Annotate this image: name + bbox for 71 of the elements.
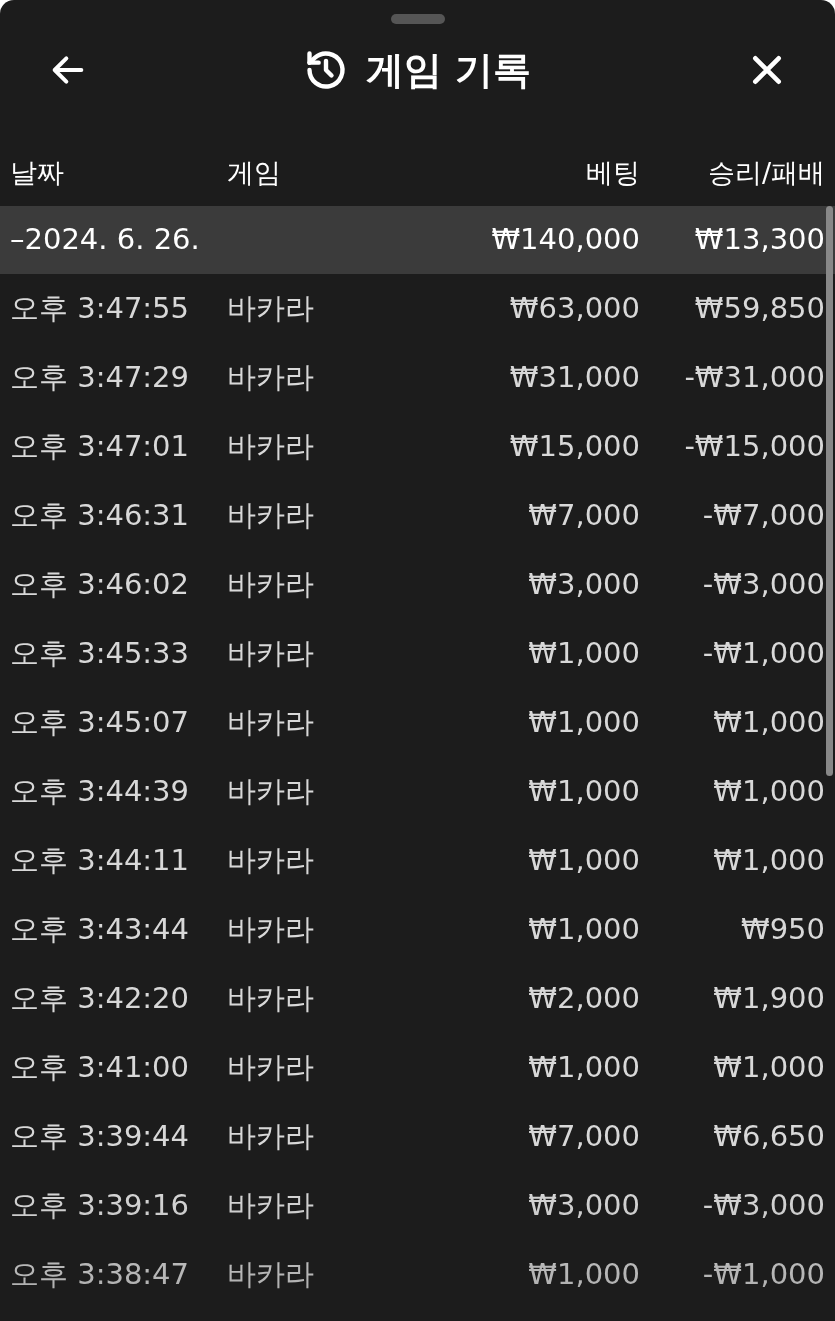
bet-cell-text: ₩1,000 [527, 910, 640, 948]
bet-cell-text: ₩7,000 [527, 1117, 640, 1155]
bet-cell-text: ₩1,000 [527, 703, 640, 741]
column-header: 날짜 [10, 155, 65, 190]
bet-cell-text: ₩63,000 [508, 289, 640, 327]
time-cell-text: 오후 3:47:29 [10, 358, 190, 396]
column-header: 베팅 [585, 155, 640, 190]
bet-cell-text: ₩1,000 [527, 1048, 640, 1086]
result-cell-text: -₩1,000 [701, 1255, 825, 1293]
time-cell-text: 오후 3:39:16 [10, 1186, 190, 1224]
time-cell-text: 오후 3:45:07 [10, 703, 190, 741]
time-cell-text: 오후 3:46:31 [10, 496, 190, 534]
bet-cell-text: ₩1,000 [527, 772, 640, 810]
bet-cell-text: ₩7,000 [527, 496, 640, 534]
game-cell-text: 바카라 [227, 910, 315, 948]
bet-cell-text: ₩3,000 [527, 1186, 640, 1224]
result-cell-text: ₩1,000 [712, 841, 825, 879]
time-cell-text: 오후 3:43:44 [10, 910, 190, 948]
result-cell-text: ₩1,900 [712, 979, 825, 1017]
group-bet-total: ₩140,000 [490, 221, 640, 259]
bet-cell-text: ₩1,000 [527, 634, 640, 672]
group-result-total: ₩13,300 [693, 221, 825, 259]
game-cell-text: 바카라 [227, 1117, 315, 1155]
group-date: –2024. 6. 26. [10, 221, 201, 259]
time-cell-text: 오후 3:38:47 [10, 1255, 190, 1293]
scrollbar[interactable] [826, 206, 833, 776]
game-cell-text: 바카라 [227, 496, 315, 534]
result-cell-text: -₩31,000 [683, 358, 825, 396]
game-cell-text: 바카라 [227, 565, 315, 603]
game-cell-text: 바카라 [227, 1048, 315, 1086]
window-title: 게임 기록 [365, 46, 532, 94]
time-cell-text: 오후 3:47:55 [10, 289, 190, 327]
column-header: 승리/패배 [706, 155, 825, 190]
bet-cell-text: ₩1,000 [527, 841, 640, 879]
game-cell-text: 바카라 [227, 634, 315, 672]
time-cell-text: 오후 3:44:11 [10, 841, 190, 879]
result-cell-text: ₩6,650 [712, 1117, 825, 1155]
time-cell-text: 오후 3:47:01 [10, 427, 190, 465]
date-group-row[interactable]: –2024. 6. 26. ₩140,000 ₩13,300 [0, 206, 835, 274]
game-cell-text: 바카라 [227, 703, 315, 741]
result-cell-text: -₩3,000 [701, 1186, 825, 1224]
game-cell-text: 바카라 [227, 979, 315, 1017]
result-cell-text: ₩1,000 [712, 772, 825, 810]
drag-handle[interactable] [391, 14, 445, 24]
time-cell-text: 오후 3:46:02 [10, 565, 190, 603]
game-cell-text: 바카라 [227, 841, 315, 879]
bet-cell-text: ₩31,000 [508, 358, 640, 396]
result-cell-text: -₩1,000 [701, 634, 825, 672]
result-cell-text: -₩15,000 [683, 427, 825, 465]
game-cell-text: 바카라 [227, 427, 315, 465]
bet-cell-text: ₩3,000 [527, 565, 640, 603]
result-cell-text: -₩7,000 [701, 496, 825, 534]
bet-cell-text: ₩2,000 [527, 979, 640, 1017]
result-cell-text: ₩1,000 [712, 703, 825, 741]
result-cell-text: ₩1,000 [712, 1048, 825, 1086]
time-cell-text: 오후 3:45:33 [10, 634, 190, 672]
game-cell-text: 바카라 [227, 289, 315, 327]
game-cell-text: 바카라 [227, 772, 315, 810]
time-cell-text: 오후 3:41:00 [10, 1048, 190, 1086]
result-cell-text: ₩950 [739, 910, 825, 948]
time-cell-text: 오후 3:42:20 [10, 979, 190, 1017]
time-cell-text: 오후 3:44:39 [10, 772, 190, 810]
result-cell-text: -₩3,000 [701, 565, 825, 603]
bet-cell-text: ₩1,000 [527, 1255, 640, 1293]
result-cell-text: ₩59,850 [693, 289, 825, 327]
game-cell-text: 바카라 [227, 358, 315, 396]
column-header: 게임 [227, 155, 282, 190]
bet-cell-text: ₩15,000 [508, 427, 640, 465]
game-cell-text: 바카라 [227, 1255, 315, 1293]
time-cell-text: 오후 3:39:44 [10, 1117, 190, 1155]
game-cell-text: 바카라 [227, 1186, 315, 1224]
